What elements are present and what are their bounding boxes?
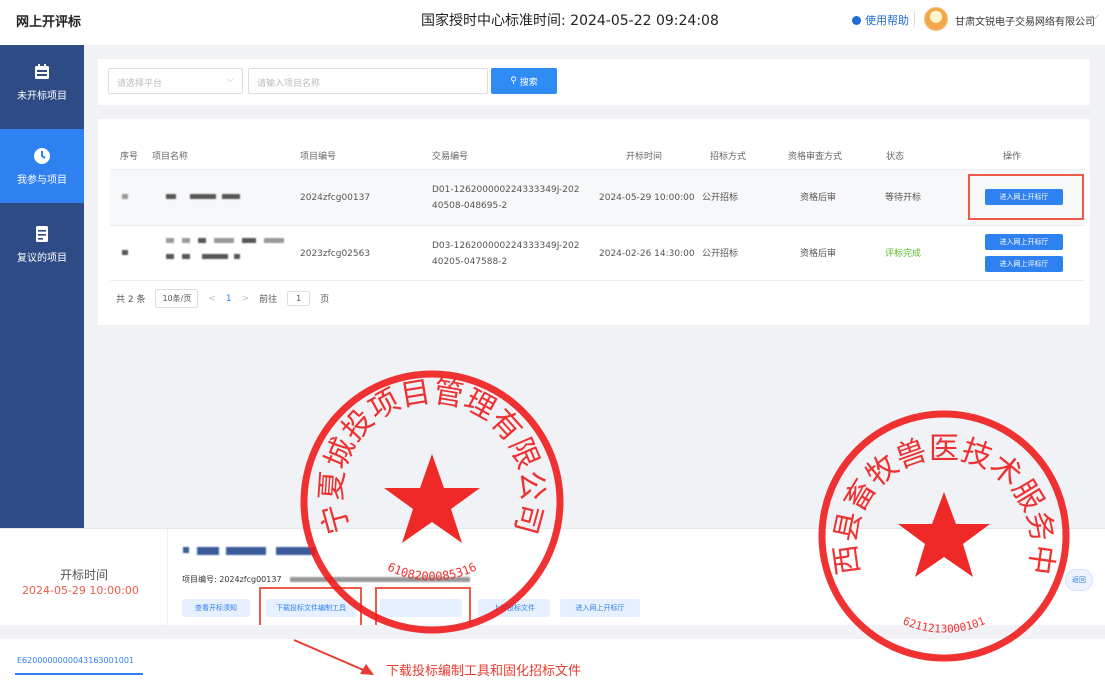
column-header: 操作 bbox=[1003, 152, 1022, 162]
svg-text:6211213000101: 6211213000101 bbox=[901, 614, 987, 635]
highlight-box bbox=[968, 174, 1084, 220]
project-name-redacted bbox=[182, 238, 190, 243]
sidebar-item-label: 我参与项目 bbox=[17, 174, 67, 186]
help-link[interactable]: 使用帮助 bbox=[852, 12, 909, 28]
project-name-redacted bbox=[242, 238, 256, 243]
trade-number: D03-126200000224333349J-202 bbox=[432, 241, 580, 251]
column-header: 状态 bbox=[886, 152, 905, 162]
project-number-line: 项目编号: 2024zfcg00137 bbox=[182, 575, 282, 584]
help-label: 使用帮助 bbox=[865, 14, 909, 27]
column-header: 招标方式 bbox=[710, 152, 747, 162]
chevron-down-icon[interactable]: ⌵ bbox=[1091, 9, 1099, 23]
page-size-select[interactable]: 10条/页 bbox=[155, 289, 199, 308]
trade-number: D01-126200000224333349J-202 bbox=[432, 185, 580, 195]
bid-method: 公开招标 bbox=[702, 249, 739, 259]
project-name-redacted bbox=[166, 254, 174, 259]
server-time: 国家授时中心标准时间: 2024-05-22 09:24:08 bbox=[421, 13, 719, 29]
project-name-redacted bbox=[166, 194, 176, 199]
next-page-button[interactable]: > bbox=[242, 294, 250, 304]
project-number: 2024zfcg00137 bbox=[300, 193, 371, 203]
search-icon: ⚲ bbox=[510, 76, 517, 86]
page-number[interactable]: 1 bbox=[226, 294, 232, 304]
enter-opening-hall-button[interactable]: 进入网上开标厅 bbox=[560, 599, 640, 617]
document-icon bbox=[33, 225, 51, 243]
project-table: 序号 项目名称 项目编号 交易编号 开标时间 招标方式 资格审查方式 状态 操作… bbox=[98, 119, 1090, 325]
open-time: 2024-05-29 10:00:00 bbox=[599, 193, 695, 203]
sidebar-item-participated[interactable]: 我参与项目 bbox=[0, 129, 84, 203]
company-name[interactable]: 甘肃文锐电子交易网络有限公司 bbox=[955, 13, 1095, 28]
tab-project-code[interactable]: E6200000000043163001001 bbox=[17, 656, 134, 665]
goto-label: 前往 bbox=[259, 295, 278, 305]
search-button[interactable]: ⚲ 搜索 bbox=[491, 68, 557, 94]
top-header: 网上开评标 国家授时中心标准时间: 2024-05-22 09:24:08 使用… bbox=[0, 0, 1105, 38]
review-method: 资格后审 bbox=[800, 249, 837, 259]
project-name-redacted bbox=[183, 547, 189, 553]
organization-seal-stamp: 陇西县畜牧兽医技术服务中心 6211213000101 bbox=[808, 400, 1070, 662]
avatar[interactable] bbox=[924, 7, 948, 31]
project-name-redacted bbox=[264, 238, 284, 243]
tab-indicator bbox=[15, 673, 143, 675]
status-badge: 等待开标 bbox=[885, 193, 922, 203]
svg-text:6108200085316: 6108200085316 bbox=[385, 560, 478, 584]
enter-opening-hall-button[interactable]: 进入网上开标厅 bbox=[985, 234, 1063, 250]
open-time: 2024-02-26 14:30:00 bbox=[599, 249, 695, 259]
project-name-redacted bbox=[190, 194, 216, 199]
status-badge: 评标完成 bbox=[885, 249, 922, 259]
help-icon bbox=[852, 15, 861, 25]
app-title: 网上开评标 bbox=[16, 15, 82, 30]
company-seal-stamp: 宁夏城投项目管理有限公司 6108200085316 bbox=[300, 370, 564, 634]
column-header: 项目名称 bbox=[152, 152, 189, 162]
prev-page-button[interactable]: < bbox=[208, 294, 216, 304]
chevron-down-icon: ⌵ bbox=[226, 74, 234, 85]
project-name-redacted bbox=[182, 254, 190, 259]
open-time-value: 2024-05-29 10:00:00 bbox=[22, 584, 139, 597]
pagination: 共 2 条 10条/页 < 1 > 前往 1 页 bbox=[116, 289, 329, 308]
column-header: 开标时间 bbox=[626, 152, 663, 162]
sidebar-item-pending[interactable]: 未开标项目 bbox=[0, 45, 84, 119]
column-header: 交易编号 bbox=[432, 152, 469, 162]
open-time-label: 开标时间 bbox=[60, 568, 109, 582]
project-name-redacted bbox=[214, 238, 234, 243]
project-name-redacted bbox=[198, 238, 206, 243]
project-number: 2023zfcg02563 bbox=[300, 249, 371, 259]
project-name-input[interactable]: 请输入项目名称 bbox=[248, 68, 488, 94]
calendar-icon bbox=[33, 63, 51, 81]
table-row: 2024zfcg00137 D01-126200000224333349J-20… bbox=[110, 169, 1085, 225]
sidebar-item-label: 未开标项目 bbox=[17, 90, 67, 102]
project-name-redacted bbox=[166, 238, 174, 243]
clock-icon bbox=[33, 147, 51, 165]
goto-input[interactable]: 1 bbox=[287, 291, 311, 306]
review-method: 资格后审 bbox=[800, 193, 837, 203]
annotation-label: 下载投标编制工具和固化招标文件 bbox=[386, 664, 582, 679]
sidebar-item-label: 复议的项目 bbox=[17, 252, 67, 264]
column-header: 项目编号 bbox=[300, 152, 337, 162]
project-name-redacted bbox=[202, 254, 228, 259]
platform-select[interactable]: 请选择平台 ⌵ bbox=[108, 68, 243, 94]
view-notice-button[interactable]: 查看开标须知 bbox=[182, 599, 250, 617]
trade-number: 40508-048695-2 bbox=[432, 201, 508, 211]
table-row: 2023zfcg02563 D03-126200000224333349J-20… bbox=[110, 225, 1085, 281]
open-time-block: 开标时间 2024-05-29 10:00:00 bbox=[0, 529, 168, 626]
column-header: 资格审查方式 bbox=[788, 152, 843, 162]
sidebar: 未开标项目 我参与项目 复议的项目 bbox=[0, 45, 84, 528]
column-header: 序号 bbox=[120, 152, 139, 162]
row-index bbox=[122, 194, 128, 199]
project-name-redacted bbox=[197, 547, 219, 555]
page-unit: 页 bbox=[320, 295, 330, 305]
header-divider bbox=[914, 11, 915, 27]
project-name-redacted bbox=[226, 547, 266, 555]
bid-method: 公开招标 bbox=[702, 193, 739, 203]
enter-evaluation-hall-button[interactable]: 进入网上评标厅 bbox=[985, 256, 1063, 272]
sidebar-item-reconsider[interactable]: 复议的项目 bbox=[0, 207, 84, 281]
row-index bbox=[122, 250, 128, 255]
trade-number: 40205-047588-2 bbox=[432, 257, 508, 267]
total-count: 共 2 条 bbox=[116, 295, 146, 305]
project-name-redacted bbox=[234, 254, 240, 259]
filter-bar: 请选择平台 ⌵ 请输入项目名称 ⚲ 搜索 bbox=[98, 59, 1090, 105]
project-name-redacted bbox=[222, 194, 240, 199]
platform-placeholder: 请选择平台 bbox=[117, 79, 163, 89]
search-label: 搜索 bbox=[519, 77, 538, 88]
